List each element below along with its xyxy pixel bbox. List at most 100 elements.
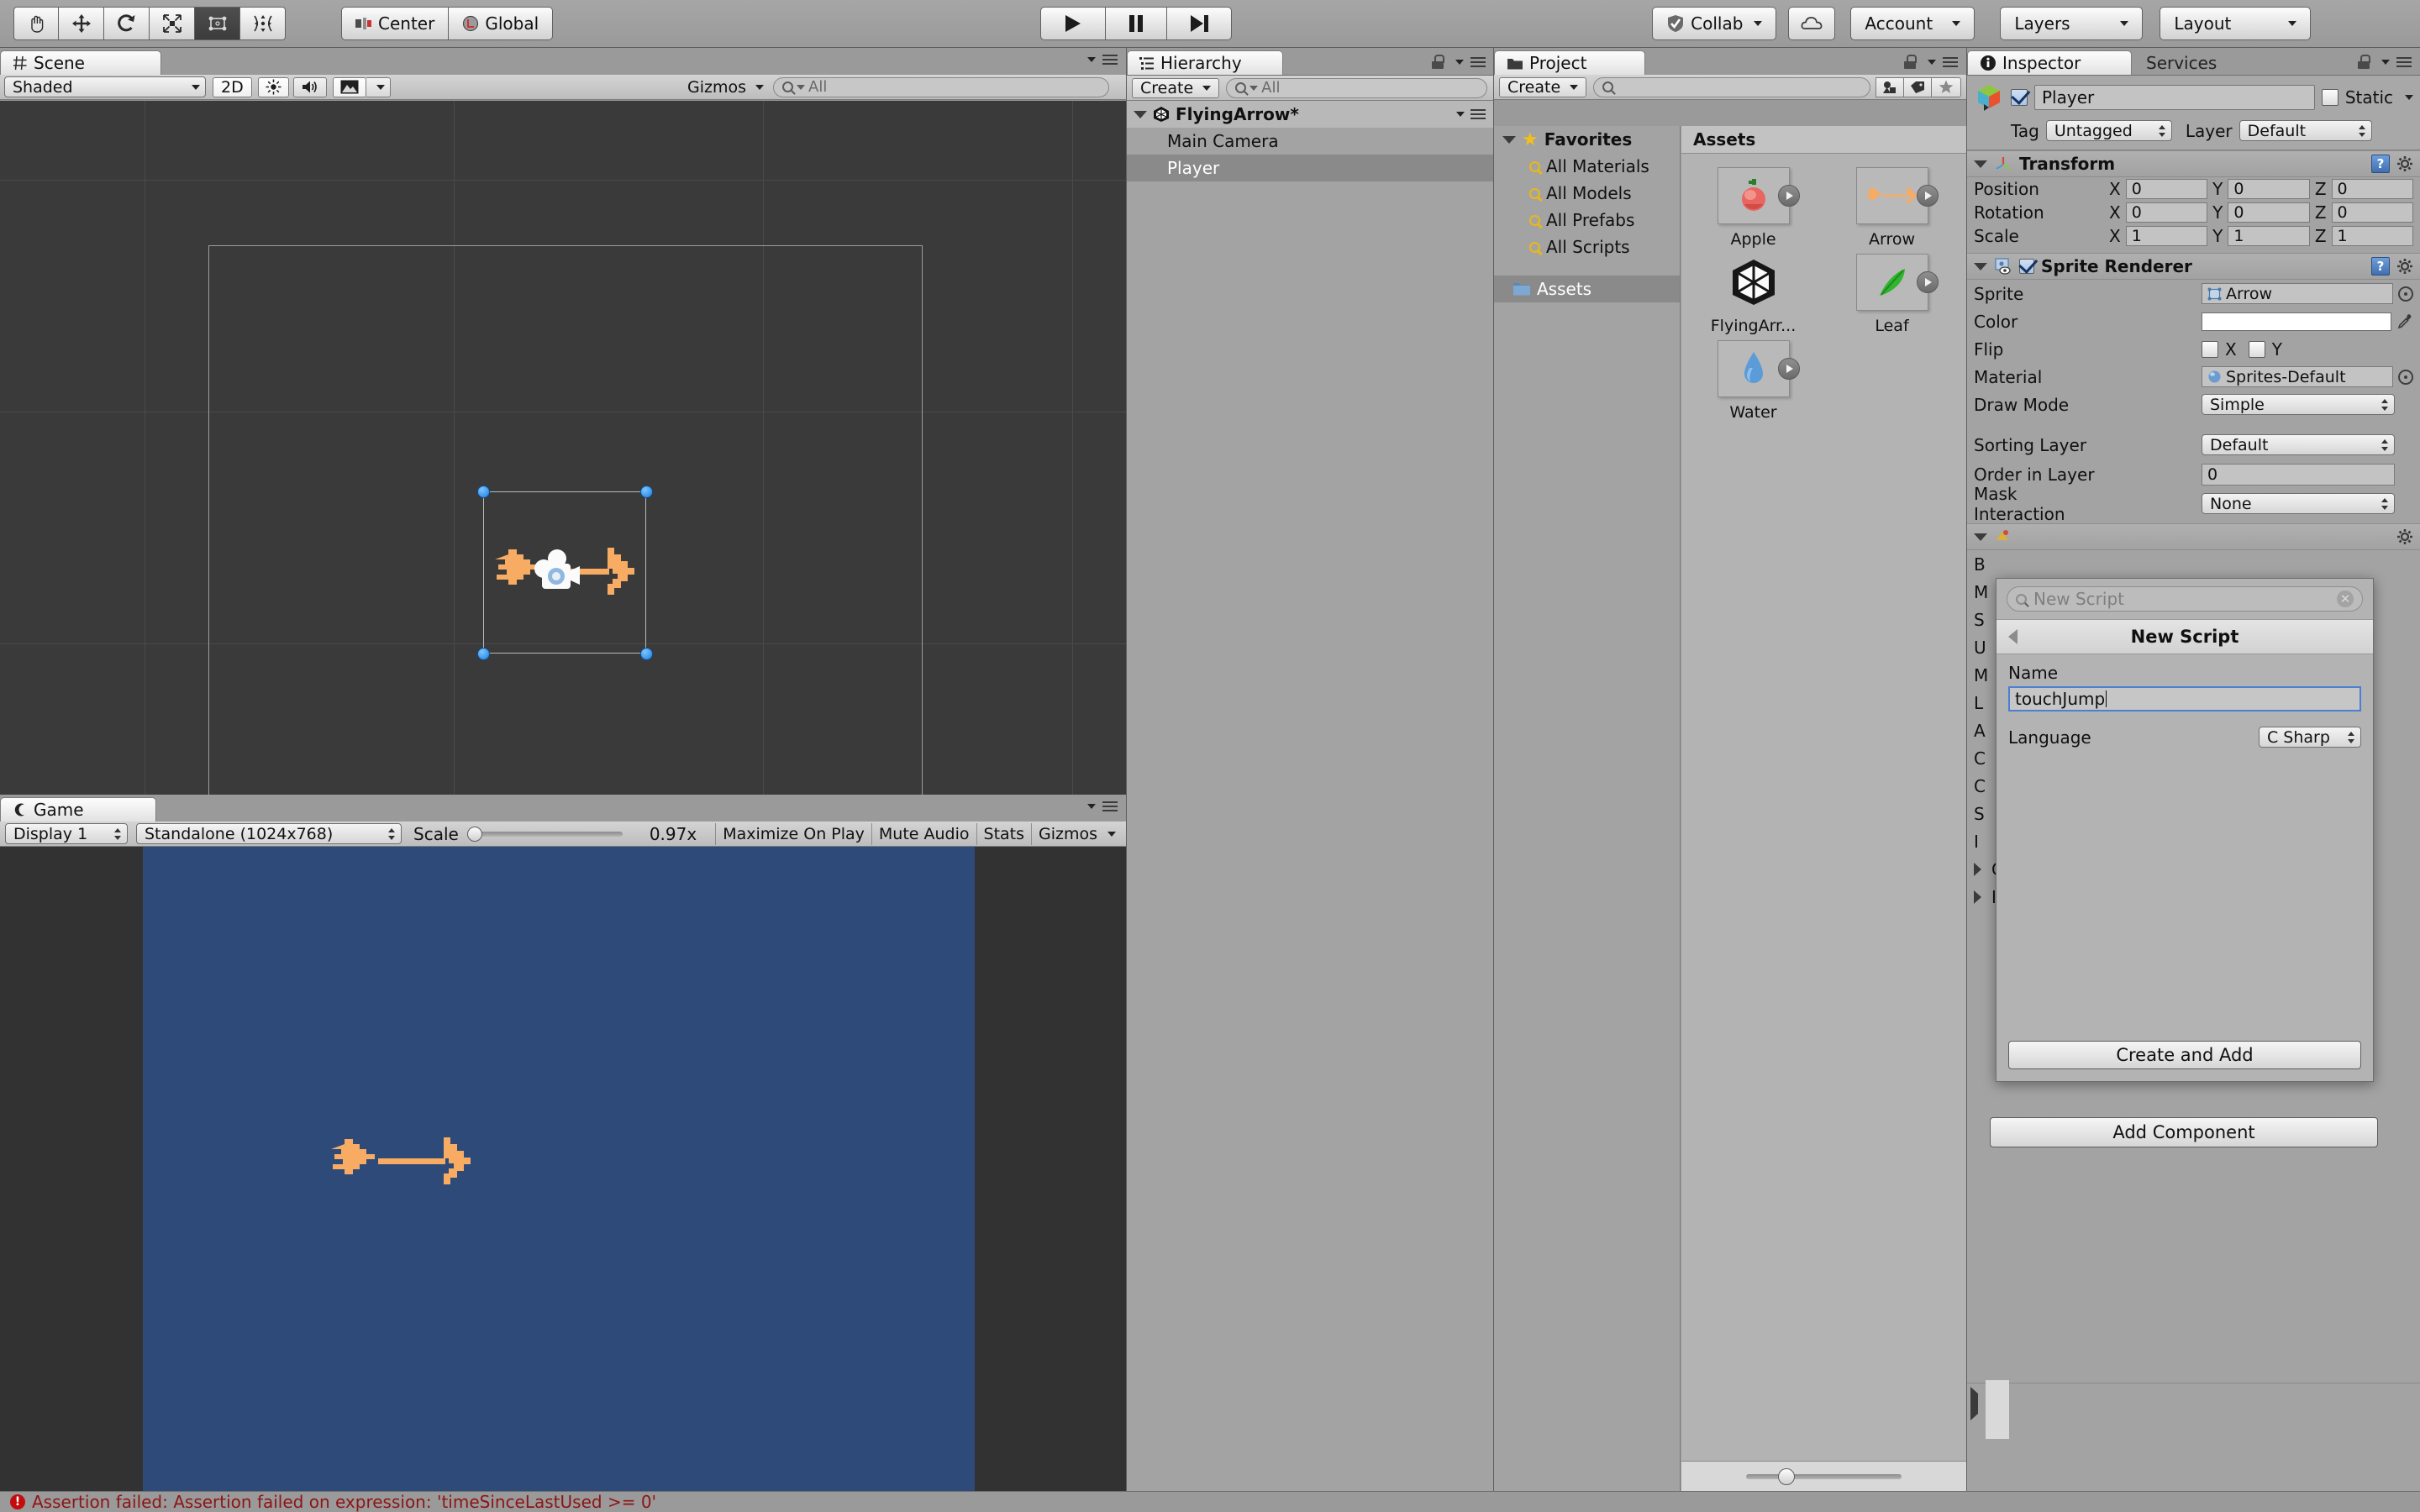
- asset-preview-button[interactable]: [1777, 358, 1800, 380]
- sprite-object-field[interactable]: Arrow: [2202, 283, 2393, 304]
- scene-effects-dropdown[interactable]: [366, 76, 391, 97]
- shading-mode-dropdown[interactable]: Shaded: [4, 76, 206, 97]
- hierarchy-search-input[interactable]: All: [1226, 77, 1487, 98]
- scene-gizmos-dropdown[interactable]: Gizmos: [680, 77, 771, 97]
- gear-icon[interactable]: [2396, 155, 2413, 172]
- scale-y-field[interactable]: 1: [2228, 226, 2310, 246]
- pivot-mode-button[interactable]: Center: [341, 7, 450, 40]
- play-button[interactable]: [1040, 7, 1107, 40]
- material-picker-button[interactable]: [2398, 369, 2413, 385]
- sprite-renderer-header[interactable]: Sprite Renderer ?: [1967, 253, 2420, 280]
- hierarchy-item-player[interactable]: Player: [1127, 155, 1494, 181]
- asset-item-leaf[interactable]: Leaf: [1832, 254, 1952, 335]
- lock-icon[interactable]: [1904, 55, 1917, 69]
- foldout-triangle-icon[interactable]: [1974, 862, 1981, 876]
- resize-handle-bl[interactable]: [477, 648, 490, 660]
- project-search-input[interactable]: [1593, 76, 1870, 97]
- color-swatch-field[interactable]: [2202, 312, 2391, 331]
- eyedropper-icon[interactable]: [2396, 313, 2413, 330]
- inspector-panel-menu[interactable]: [2358, 55, 2412, 69]
- static-checkbox[interactable]: [2321, 89, 2338, 106]
- help-icon[interactable]: ?: [2371, 257, 2390, 276]
- scale-slider[interactable]: [466, 826, 623, 842]
- gameobject-name-field[interactable]: Player: [2034, 85, 2315, 110]
- obscured-property-row[interactable]: B: [1967, 550, 2420, 578]
- project-fav-all-prefabs[interactable]: All Prefabs: [1494, 207, 1680, 234]
- project-folder-assets[interactable]: Assets: [1494, 276, 1680, 302]
- step-button[interactable]: [1167, 7, 1233, 40]
- account-button[interactable]: Account: [1850, 7, 1975, 40]
- hand-tool-button[interactable]: [13, 7, 59, 40]
- position-x-field[interactable]: 0: [2125, 179, 2208, 199]
- flip-x-checkbox[interactable]: [2202, 340, 2218, 358]
- asset-preview-button[interactable]: [1916, 185, 1939, 207]
- foldout-triangle-icon[interactable]: [1974, 262, 1987, 270]
- layers-button[interactable]: Layers: [2000, 7, 2144, 40]
- asset-zoom-knob[interactable]: [1778, 1467, 1795, 1485]
- project-create-button[interactable]: Create: [1499, 76, 1587, 97]
- gear-icon[interactable]: [2396, 258, 2413, 275]
- cloud-button[interactable]: [1788, 7, 1836, 40]
- foldout-triangle-icon[interactable]: [1974, 890, 1981, 904]
- sprite-picker-button[interactable]: [2398, 286, 2413, 302]
- scene-effects-button[interactable]: [332, 76, 366, 97]
- resize-handle-tr[interactable]: [640, 486, 653, 498]
- hierarchy-scene-row[interactable]: FlyingArrow*: [1127, 101, 1494, 128]
- rotation-y-field[interactable]: 0: [2228, 202, 2310, 223]
- sprite-renderer-enabled-checkbox[interactable]: [2019, 259, 2034, 274]
- asset-item-flyingarrow-scene[interactable]: FlyingArr...: [1693, 254, 1813, 335]
- layout-button[interactable]: Layout: [2160, 7, 2312, 40]
- scene-lighting-button[interactable]: [257, 76, 289, 97]
- project-favorites-root[interactable]: ★ Favorites: [1494, 126, 1680, 153]
- display-dropdown[interactable]: Display 1: [5, 823, 128, 844]
- tab-services[interactable]: Services: [2133, 50, 2260, 75]
- asset-preview-button[interactable]: [1777, 185, 1800, 207]
- game-gizmos-dropdown[interactable]: Gizmos: [1032, 823, 1123, 845]
- draw-mode-dropdown[interactable]: Simple: [2202, 394, 2395, 415]
- space-mode-button[interactable]: Global: [449, 7, 554, 40]
- scale-tool-button[interactable]: [150, 7, 195, 40]
- material-object-field[interactable]: Sprites-Default: [2202, 366, 2393, 387]
- resize-handle-br[interactable]: [640, 648, 653, 660]
- tab-project[interactable]: Project: [1494, 50, 1645, 75]
- flip-y-checkbox[interactable]: [2248, 340, 2265, 358]
- project-fav-all-materials[interactable]: All Materials: [1494, 153, 1680, 180]
- transform-component-header[interactable]: Transform ?: [1967, 150, 2420, 177]
- foldout-triangle-icon[interactable]: [1974, 533, 1987, 541]
- asset-item-arrow[interactable]: Arrow: [1832, 167, 1952, 249]
- script-language-dropdown[interactable]: C Sharp: [2259, 727, 2361, 748]
- scale-slider-knob[interactable]: [466, 826, 482, 842]
- script-name-input[interactable]: touchJump: [2008, 686, 2361, 711]
- foldout-triangle-icon[interactable]: [1970, 1387, 1978, 1420]
- component-search-input[interactable]: New Script ✕: [2007, 586, 2363, 612]
- gear-icon[interactable]: [2396, 528, 2413, 545]
- tab-inspector[interactable]: Inspector: [1967, 50, 2132, 75]
- create-and-add-button[interactable]: Create and Add: [2008, 1041, 2361, 1069]
- tab-hierarchy[interactable]: Hierarchy: [1127, 50, 1283, 75]
- preview-foldout[interactable]: [1970, 1387, 1978, 1420]
- back-arrow-icon[interactable]: [2008, 629, 2018, 644]
- position-z-field[interactable]: 0: [2331, 179, 2413, 199]
- transform-tool-button[interactable]: [240, 7, 286, 40]
- rigidbody2d-component-header[interactable]: [1967, 523, 2420, 550]
- hierarchy-create-button[interactable]: Create: [1132, 77, 1220, 98]
- rotation-z-field[interactable]: 0: [2331, 202, 2413, 223]
- hierarchy-panel-menu[interactable]: [1432, 55, 1486, 69]
- asset-preview-button[interactable]: [1916, 271, 1939, 293]
- tag-dropdown[interactable]: Untagged: [2045, 120, 2172, 141]
- pause-button[interactable]: [1106, 7, 1168, 40]
- scale-z-field[interactable]: 1: [2331, 226, 2413, 246]
- asset-item-water[interactable]: Water: [1693, 340, 1813, 422]
- scene-search-input[interactable]: All: [773, 76, 1109, 97]
- add-component-button[interactable]: Add Component: [1990, 1117, 2378, 1147]
- scene-panel-menu[interactable]: [1082, 55, 1118, 65]
- order-in-layer-field[interactable]: 0: [2202, 463, 2395, 486]
- rect-tool-button[interactable]: [195, 7, 240, 40]
- scene-viewport[interactable]: [0, 101, 1126, 795]
- foldout-triangle-icon[interactable]: [1134, 110, 1147, 118]
- stats-toggle[interactable]: Stats: [977, 822, 1033, 845]
- mask-interaction-dropdown[interactable]: None: [2202, 493, 2395, 514]
- resize-handle-tl[interactable]: [477, 486, 490, 498]
- rotation-x-field[interactable]: 0: [2125, 202, 2208, 223]
- hierarchy-item-main-camera[interactable]: Main Camera: [1127, 128, 1494, 155]
